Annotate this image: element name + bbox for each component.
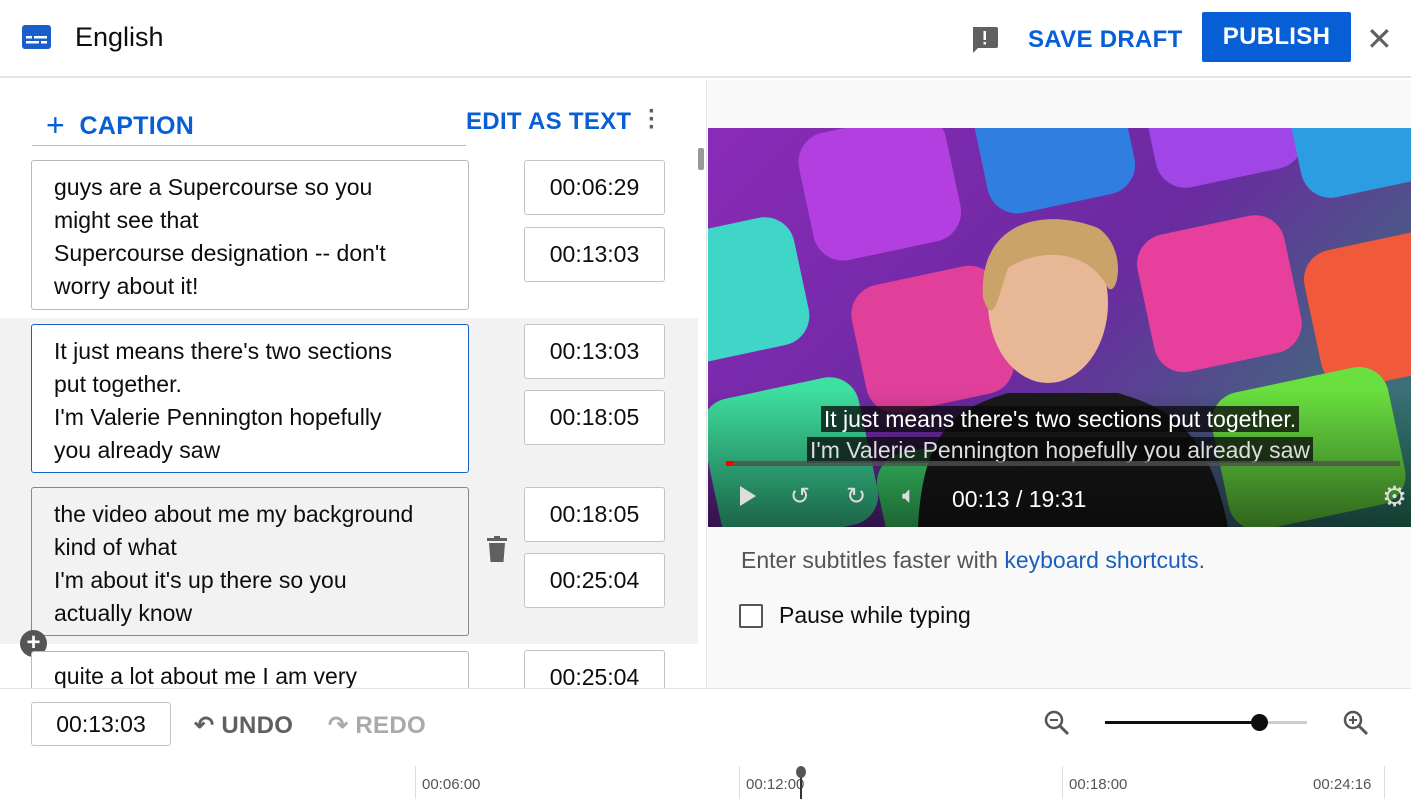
caption-row: quite a lot about me I am very 00:25:04 — [0, 650, 698, 688]
keyboard-shortcuts-link[interactable]: keyboard shortcuts — [1004, 547, 1198, 573]
settings-icon[interactable]: ⚙ — [1382, 480, 1407, 513]
forward-10-icon[interactable]: ↻ — [846, 482, 866, 511]
caption-editor-panel: + CAPTION EDIT AS TEXT · · · guys are a Su… — [0, 80, 706, 688]
volume-icon[interactable]: 🔈︎ — [902, 482, 916, 510]
end-time-input[interactable]: 00:18:05 — [524, 390, 665, 445]
end-time-input[interactable]: 00:25:04 — [524, 553, 665, 608]
zoom-slider-handle[interactable] — [1250, 714, 1268, 731]
redo-icon: ↷ — [328, 712, 349, 739]
playhead-handle[interactable] — [796, 766, 806, 778]
video-progress-bar[interactable] — [726, 461, 1400, 466]
start-time-input[interactable]: 00:13:03 — [524, 324, 665, 379]
end-time-input[interactable]: 00:13:03 — [524, 227, 665, 282]
timeline-tick: 00:18:00 — [1069, 776, 1128, 793]
caption-text-input[interactable]: the video about me my background kind of… — [31, 487, 469, 636]
redo-button[interactable]: ↷ REDO — [328, 711, 426, 740]
playhead[interactable] — [796, 766, 806, 799]
caption-rows-highlighted: It just means there's two sections put t… — [0, 318, 698, 644]
zoom-slider-fill — [1105, 721, 1259, 724]
timeline-gridline — [1062, 766, 1063, 799]
bottom-toolbar: 00:13:03 ↶ UNDO ↷ REDO — [0, 688, 1411, 799]
timeline-gridline — [1384, 766, 1385, 799]
header: English SAVE DRAFT PUBLISH ✕ — [0, 0, 1411, 78]
timeline-gridline — [415, 766, 416, 799]
video-time: 00:13 / 19:31 — [952, 486, 1087, 512]
edit-as-text-button[interactable]: EDIT AS TEXT — [466, 108, 631, 136]
timeline-tick: 00:12:00 — [746, 776, 805, 793]
zoom-in-icon[interactable] — [1342, 709, 1370, 737]
rewind-10-icon[interactable]: ↺ — [790, 482, 810, 511]
caption-text-input[interactable]: quite a lot about me I am very — [31, 651, 469, 688]
page-title: English — [75, 22, 164, 52]
more-options-icon[interactable]: · · · — [648, 100, 656, 140]
zoom-slider[interactable] — [1105, 714, 1307, 731]
caption-text-input[interactable]: It just means there's two sections put t… — [31, 324, 469, 473]
publish-button[interactable]: PUBLISH — [1202, 12, 1351, 62]
zoom-out-icon[interactable] — [1043, 709, 1071, 737]
progress-fill — [726, 461, 734, 466]
video-frame — [708, 128, 1411, 527]
caption-row: guys are a Supercourse so you might see … — [0, 160, 698, 318]
video-subtitles: It just means there's two sections put t… — [708, 404, 1411, 466]
start-time-input[interactable]: 00:18:05 — [524, 487, 665, 542]
preview-panel: It just means there's two sections put t… — [706, 80, 1411, 688]
play-icon[interactable] — [740, 486, 756, 506]
undo-button[interactable]: ↶ UNDO — [194, 711, 293, 740]
trash-icon[interactable] — [487, 536, 507, 562]
scrollbar[interactable] — [698, 148, 704, 170]
subtitles-icon — [22, 25, 51, 49]
close-icon[interactable]: ✕ — [1366, 20, 1393, 58]
feedback-icon[interactable] — [970, 25, 999, 54]
pause-while-typing-label: Pause while typing — [779, 602, 971, 628]
undo-icon: ↶ — [194, 712, 215, 739]
video-player[interactable]: It just means there's two sections put t… — [708, 128, 1411, 527]
current-time-input[interactable]: 00:13:03 — [31, 702, 171, 746]
add-caption-button[interactable]: + CAPTION — [46, 105, 194, 143]
shortcuts-hint: Enter subtitles faster with keyboard sho… — [741, 547, 1206, 573]
plus-icon: + — [46, 107, 65, 143]
timeline-gridline — [739, 766, 740, 799]
start-time-input[interactable]: 00:25:04 — [524, 650, 665, 688]
save-draft-button[interactable]: SAVE DRAFT — [1028, 26, 1183, 54]
start-time-input[interactable]: 00:06:29 — [524, 160, 665, 215]
timeline-tick: 00:06:00 — [422, 776, 481, 793]
caption-text-input[interactable]: guys are a Supercourse so you might see … — [31, 160, 469, 310]
pause-while-typing-checkbox[interactable] — [739, 604, 763, 628]
timeline-tick: 00:24:16 — [1313, 776, 1372, 793]
divider — [32, 145, 466, 146]
